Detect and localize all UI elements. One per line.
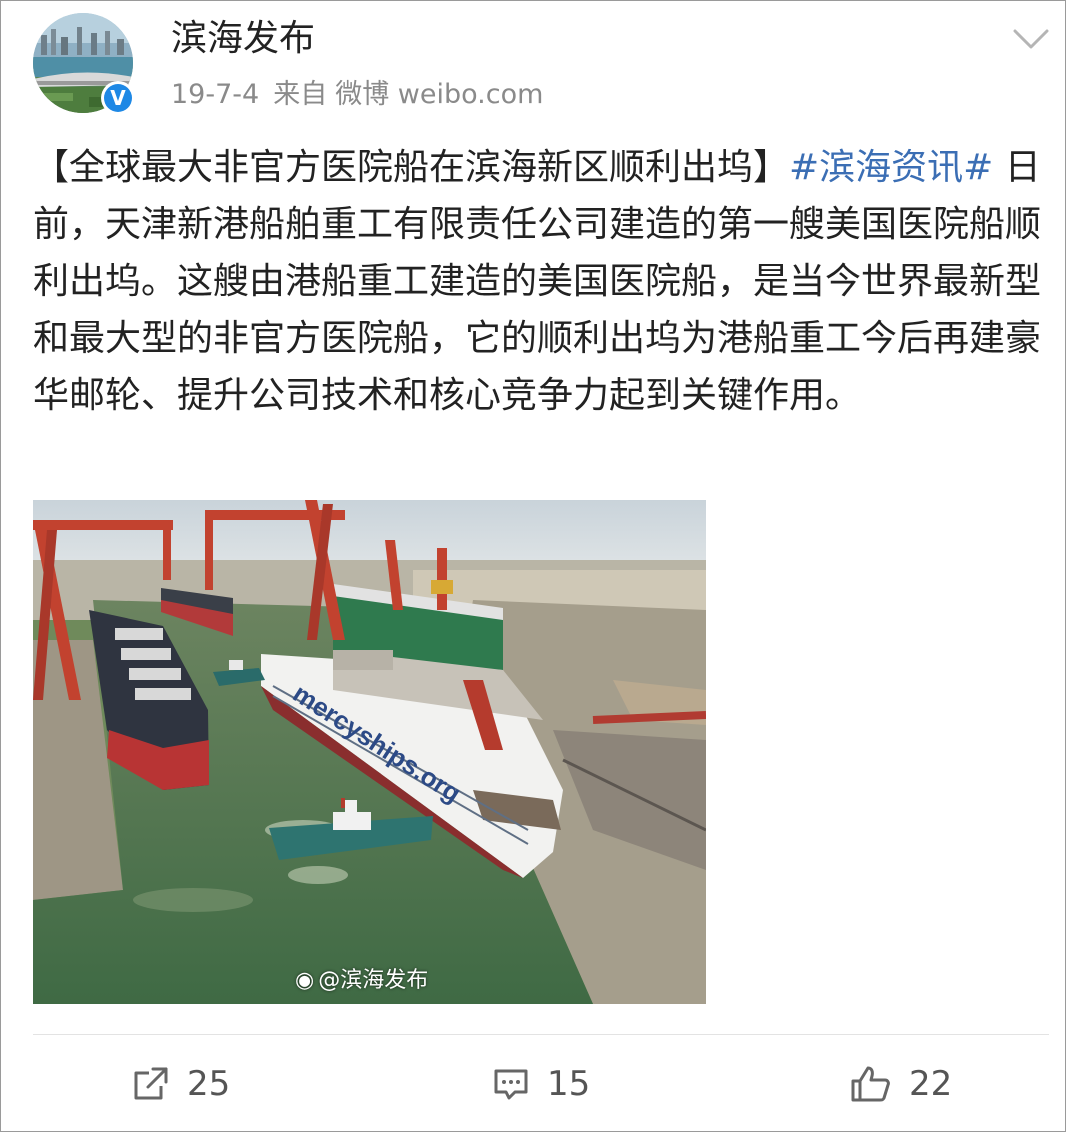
share-icon <box>134 1067 168 1100</box>
image-watermark: ◉ @滨海发布 <box>295 962 428 994</box>
repost-button[interactable]: 25 <box>131 1059 230 1109</box>
post-date: 19-7-4 <box>171 79 260 110</box>
chevron-down-icon <box>1013 29 1049 49</box>
like-count: 22 <box>909 1064 953 1104</box>
verified-badge: V <box>101 81 135 115</box>
thumbs-up-icon <box>851 1066 890 1102</box>
comment-count: 15 <box>547 1064 591 1104</box>
comment-icon <box>494 1069 528 1100</box>
verified-badge-icon: V <box>104 84 132 112</box>
post-menu-button[interactable] <box>1007 19 1055 59</box>
post-card: V 滨海发布 19-7-4 来自 微博 weibo.com 【全球最大非官方医院船在… <box>0 0 1066 1132</box>
weibo-logo-icon: ◉ <box>295 968 315 993</box>
repost-count: 25 <box>187 1064 231 1104</box>
post-meta: 19-7-4 来自 微博 weibo.com <box>171 75 557 115</box>
post-image[interactable]: mercyships.org ◉ @滨海发布 <box>33 500 706 1004</box>
hashtag-link[interactable]: #滨海资讯# <box>789 147 993 188</box>
post-source[interactable]: 微博 weibo.com <box>335 79 543 110</box>
watermark-text: @滨海发布 <box>318 968 429 993</box>
shipyard-photo: mercyships.org <box>33 500 706 1004</box>
like-button[interactable]: 22 <box>849 1059 952 1109</box>
post-title: 【全球最大非官方医院船在滨海新区顺利出坞】 <box>33 147 790 188</box>
comment-button[interactable]: 15 <box>491 1059 590 1109</box>
author-name[interactable]: 滨海发布 <box>171 17 315 61</box>
source-prefix: 来自 <box>273 79 328 110</box>
post-text: 【全球最大非官方医院船在滨海新区顺利出坞】#滨海资讯# 日前，天津新港船舶重工有… <box>33 139 1043 424</box>
footer-divider <box>33 1034 1049 1035</box>
